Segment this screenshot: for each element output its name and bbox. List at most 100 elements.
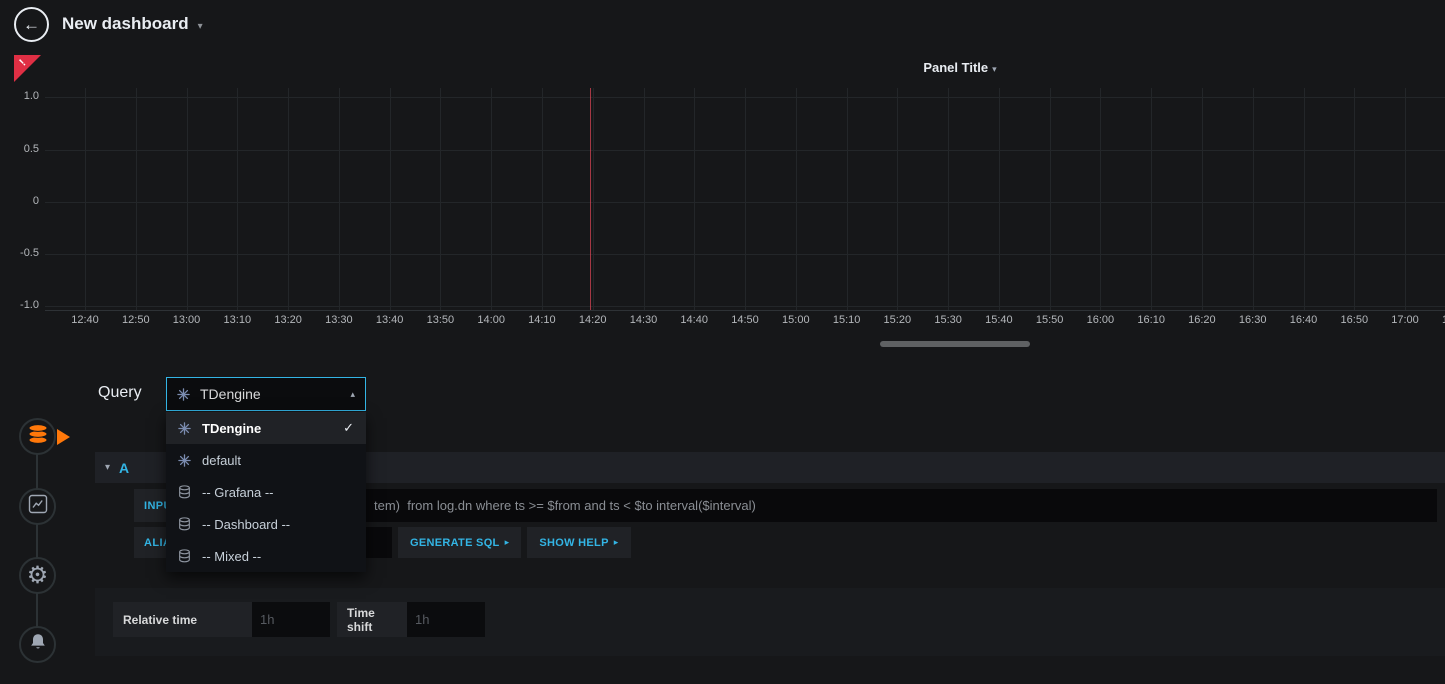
relative-time-input[interactable] [252, 602, 330, 637]
x-axis-tick: 14:30 [630, 314, 658, 326]
chevron-down-icon: ▾ [198, 17, 203, 32]
grid-vline [1405, 88, 1406, 310]
grid-vline [999, 88, 1000, 310]
y-axis-tick: 0.5 [24, 143, 39, 155]
x-axis-tick: 15:30 [934, 314, 962, 326]
annotation-line [590, 88, 591, 310]
y-axis-tick: 1.0 [24, 90, 39, 102]
dashboard-title: New dashboard [62, 14, 189, 34]
datasource-option-dashboard[interactable]: -- Dashboard -- [166, 508, 366, 540]
grid-vline [542, 88, 543, 310]
grid-vline [694, 88, 695, 310]
datasource-option-label: -- Mixed -- [202, 549, 354, 564]
x-axis-tick: 16:00 [1087, 314, 1115, 326]
x-axis-tick: 14:10 [528, 314, 556, 326]
datasource-option-label: -- Grafana -- [202, 485, 354, 500]
panel-error-corner[interactable] [14, 55, 41, 82]
x-axis-tick: 17:00 [1391, 314, 1419, 326]
time-shift-input[interactable] [407, 602, 485, 637]
x-axis-tick: 14:20 [579, 314, 607, 326]
tab-visualization[interactable] [19, 488, 56, 525]
chevron-right-icon: ▸ [505, 537, 510, 548]
datasource-select[interactable]: TDengine ▴ [166, 377, 366, 411]
x-axis-tick: 13:50 [427, 314, 455, 326]
x-axis-tick: 13:40 [376, 314, 404, 326]
datasource-option-label: -- Dashboard -- [202, 517, 354, 532]
generate-sql-label: GENERATE SQL [410, 537, 500, 549]
grid-hline [45, 150, 1445, 151]
y-axis: 1.0 0.5 0 -0.5 -1.0 [0, 0, 42, 340]
x-axis-tick: 13:30 [325, 314, 353, 326]
x-axis-tick: 14:50 [731, 314, 759, 326]
grid-vline [339, 88, 340, 310]
grid-hline [45, 306, 1445, 307]
grid-vline [897, 88, 898, 310]
collapse-caret-icon: ▾ [105, 462, 110, 473]
grid-vline [390, 88, 391, 310]
grid-hline [45, 254, 1445, 255]
datasource-option-mixed[interactable]: -- Mixed -- [166, 540, 366, 572]
gear-icon: ⚙ [27, 564, 49, 588]
show-help-button[interactable]: SHOW HELP ▸ [527, 527, 630, 558]
grid-vline [187, 88, 188, 310]
x-axis-tick: 12:50 [122, 314, 150, 326]
grid-hline [45, 97, 1445, 98]
grid-vline [745, 88, 746, 310]
grid-vline [948, 88, 949, 310]
tab-queries[interactable] [19, 418, 56, 455]
sql-input[interactable] [224, 489, 1437, 522]
grid-vline [593, 88, 594, 310]
chart-grid [45, 88, 1445, 310]
database-icon [178, 485, 192, 499]
panel-title: Panel Title [923, 60, 988, 75]
grid-vline [1050, 88, 1051, 310]
grid-vline [796, 88, 797, 310]
relative-time-label: Relative time [113, 602, 252, 637]
grid-vline [85, 88, 86, 310]
datasource-option-tdengine[interactable]: TDengine ✓ [166, 412, 366, 444]
x-axis: 12:4012:5013:0013:1013:2013:3013:4013:50… [45, 314, 1445, 330]
x-axis-tick: 16:10 [1137, 314, 1165, 326]
x-axis-tick: 13:20 [274, 314, 302, 326]
bell-icon [28, 632, 48, 657]
x-axis-tick: 16:40 [1290, 314, 1318, 326]
arrow-left-icon: ← [23, 16, 40, 33]
dashboard-title-dropdown[interactable]: New dashboard ▾ [62, 14, 203, 34]
x-axis-tick: 15:10 [833, 314, 861, 326]
chevron-right-icon: ▸ [614, 537, 619, 548]
chevron-down-icon: ▾ [992, 64, 997, 74]
x-axis-tick: 16:20 [1188, 314, 1216, 326]
show-help-label: SHOW HELP [539, 537, 608, 549]
y-axis-tick: -0.5 [20, 247, 39, 259]
query-section-label: Query [98, 384, 142, 402]
horizontal-scrollbar[interactable] [880, 341, 1030, 347]
datasource-option-grafana[interactable]: -- Grafana -- [166, 476, 366, 508]
chart-icon [28, 494, 48, 519]
grid-vline [644, 88, 645, 310]
active-tab-arrow-icon [57, 429, 70, 445]
panel-title-dropdown[interactable]: Panel Title ▾ [860, 60, 1060, 75]
x-axis-tick: 15:20 [884, 314, 912, 326]
grid-vline [1253, 88, 1254, 310]
database-icon [178, 517, 192, 531]
grid-vline [1304, 88, 1305, 310]
star-icon [177, 388, 191, 401]
x-axis-line [45, 310, 1445, 311]
tab-general[interactable]: ⚙ [19, 557, 56, 594]
back-button[interactable]: ← [14, 7, 49, 42]
x-axis-tick: 16:50 [1341, 314, 1369, 326]
tab-rail-line [36, 437, 38, 645]
grid-vline [1354, 88, 1355, 310]
datasource-option-label: TDengine [202, 421, 333, 436]
y-axis-tick: 0 [33, 195, 39, 207]
grid-vline [440, 88, 441, 310]
x-axis-tick: 15:00 [782, 314, 810, 326]
check-icon: ✓ [343, 420, 354, 436]
datasource-option-default[interactable]: default [166, 444, 366, 476]
generate-sql-button[interactable]: GENERATE SQL ▸ [398, 527, 521, 558]
y-axis-tick: -1.0 [20, 299, 39, 311]
star-icon [178, 454, 192, 467]
grid-vline [136, 88, 137, 310]
tab-alert[interactable] [19, 626, 56, 663]
x-axis-tick: 15:40 [985, 314, 1013, 326]
